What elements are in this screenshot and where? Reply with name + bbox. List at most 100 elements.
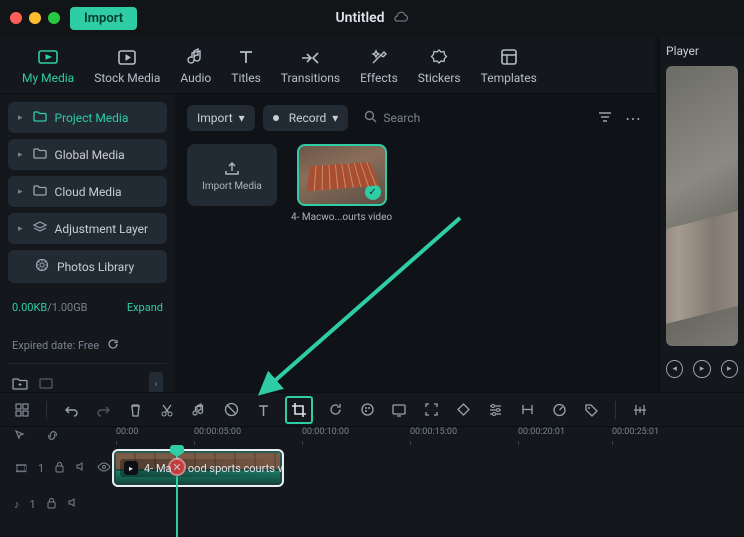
screen-icon[interactable] bbox=[389, 400, 409, 420]
record-dropdown[interactable]: Record▾ bbox=[263, 105, 349, 131]
tag-icon[interactable] bbox=[581, 400, 601, 420]
import-dropdown[interactable]: Import▾ bbox=[187, 105, 255, 131]
sidebar-item-cloud-media[interactable]: ▸ Cloud Media bbox=[8, 176, 167, 207]
import-button[interactable]: Import bbox=[70, 7, 137, 30]
layers-icon bbox=[33, 221, 47, 236]
focus-icon[interactable] bbox=[421, 400, 441, 420]
track-index: 1 bbox=[38, 462, 44, 475]
tab-stickers[interactable]: Stickers bbox=[408, 41, 471, 93]
folder-icon bbox=[33, 110, 47, 125]
timeline-pointer-icon[interactable] bbox=[14, 429, 26, 444]
sidebar-item-adjustment-layer[interactable]: ▸ Adjustment Layer bbox=[8, 213, 167, 244]
video-track-icon: 🎞 bbox=[14, 462, 28, 475]
link-icon[interactable] bbox=[46, 429, 59, 445]
match-cut-icon[interactable] bbox=[12, 400, 32, 420]
tab-label: My Media bbox=[22, 71, 74, 85]
timeline-ruler[interactable]: 00:00 00:00:05:00 00:00:10:00 00:00:15:0… bbox=[0, 427, 744, 447]
chevron-right-icon: ▸ bbox=[18, 187, 23, 197]
sidebar-item-label: Cloud Media bbox=[55, 185, 122, 199]
storage-used: 0.00KB bbox=[12, 301, 47, 314]
crop-icon[interactable] bbox=[285, 396, 313, 424]
redo-icon[interactable] bbox=[93, 400, 113, 420]
video-track-row: 🎞 1 ▸ 4- Ma ood sports courts vi bbox=[0, 447, 744, 489]
tab-titles[interactable]: Titles bbox=[221, 41, 270, 93]
sidebar-item-project-media[interactable]: ▸ Project Media bbox=[8, 102, 167, 133]
record-dot-icon bbox=[273, 115, 279, 121]
audio-track-body[interactable] bbox=[112, 489, 744, 519]
next-frame-icon[interactable]: ▸ bbox=[721, 360, 738, 378]
video-track-body[interactable]: ▸ 4- Ma ood sports courts vi bbox=[112, 447, 744, 489]
lock-icon[interactable] bbox=[46, 497, 57, 512]
search-input[interactable]: Search bbox=[356, 104, 587, 132]
prev-frame-icon[interactable]: ◂ bbox=[666, 360, 683, 378]
keyframe-icon[interactable] bbox=[453, 400, 473, 420]
music-icon[interactable] bbox=[189, 400, 209, 420]
timeline: 00:00 00:00:05:00 00:00:10:00 00:00:15:0… bbox=[0, 392, 744, 536]
adjust-icon[interactable] bbox=[485, 400, 505, 420]
refresh-icon[interactable] bbox=[107, 338, 119, 353]
video-track-header: 🎞 1 bbox=[0, 461, 112, 476]
check-icon: ✓ bbox=[365, 184, 381, 200]
color-icon[interactable] bbox=[357, 400, 377, 420]
player-preview[interactable] bbox=[666, 66, 738, 346]
tab-stock-media[interactable]: Stock Media bbox=[84, 43, 170, 93]
lock-icon[interactable] bbox=[54, 461, 65, 476]
undo-icon[interactable] bbox=[61, 400, 81, 420]
unlink-icon[interactable] bbox=[221, 400, 241, 420]
sidebar-item-label: Adjustment Layer bbox=[55, 222, 149, 236]
mute-icon[interactable] bbox=[67, 497, 79, 511]
cloud-sync-icon[interactable] bbox=[393, 9, 409, 27]
tab-my-media[interactable]: My Media bbox=[12, 43, 84, 93]
import-media-tile[interactable]: Import Media bbox=[187, 144, 277, 206]
new-bin-icon[interactable] bbox=[38, 375, 54, 394]
ruler-tick: 00:00:05:00 bbox=[194, 427, 241, 437]
tab-label: Effects bbox=[360, 71, 398, 85]
sidebar-item-global-media[interactable]: ▸ Global Media bbox=[8, 139, 167, 170]
delete-icon[interactable] bbox=[125, 400, 145, 420]
chevron-right-icon: ▸ bbox=[18, 150, 23, 160]
chevron-right-icon: ▸ bbox=[18, 113, 23, 123]
import-tile-label: Import Media bbox=[202, 181, 262, 192]
clip-name-label: 4- Macwo...ourts video bbox=[291, 212, 392, 223]
clip-play-icon: ▸ bbox=[124, 461, 138, 475]
bracket-icon[interactable] bbox=[517, 400, 537, 420]
document-title-text: Untitled bbox=[335, 10, 384, 26]
text-icon[interactable] bbox=[253, 400, 273, 420]
audio-track-row: ♪ 1 bbox=[0, 489, 744, 519]
tab-templates[interactable]: Templates bbox=[471, 41, 547, 93]
zoom-window-icon[interactable] bbox=[48, 12, 60, 24]
sidebar-item-label: Global Media bbox=[55, 148, 125, 162]
tab-transitions[interactable]: Transitions bbox=[271, 43, 350, 93]
timeline-clip[interactable]: ▸ 4- Ma ood sports courts vi bbox=[112, 449, 284, 487]
player-title: Player bbox=[666, 44, 738, 58]
close-window-icon[interactable] bbox=[10, 12, 22, 24]
play-icon[interactable]: ▸ bbox=[693, 360, 710, 378]
search-placeholder: Search bbox=[383, 111, 420, 125]
mute-icon[interactable] bbox=[75, 461, 87, 475]
tab-label: Stickers bbox=[418, 71, 461, 85]
rotate-icon[interactable] bbox=[325, 400, 345, 420]
storage-cap: /1.00GB bbox=[47, 301, 87, 314]
tab-label: Stock Media bbox=[94, 71, 160, 85]
split-icon[interactable] bbox=[157, 400, 177, 420]
window-controls bbox=[10, 12, 60, 24]
chevron-down-icon: ▾ bbox=[239, 111, 245, 125]
sidebar-item-photos-library[interactable]: Photos Library bbox=[8, 250, 167, 283]
minimize-window-icon[interactable] bbox=[29, 12, 41, 24]
expand-storage-link[interactable]: Expand bbox=[127, 301, 163, 314]
tab-label: Audio bbox=[180, 71, 211, 85]
more-menu-icon[interactable]: ⋯ bbox=[623, 109, 643, 128]
cloud-folder-icon bbox=[33, 184, 47, 199]
clip-thumbnail[interactable]: ✓ bbox=[297, 144, 387, 206]
visibility-icon[interactable] bbox=[97, 462, 111, 475]
storage-expiry: Expired date: Free bbox=[8, 334, 167, 357]
media-clip-tile[interactable]: ✓ 4- Macwo...ourts video bbox=[291, 144, 392, 223]
speed-icon[interactable] bbox=[549, 400, 569, 420]
render-icon[interactable] bbox=[630, 400, 650, 420]
titlebar: Import Untitled bbox=[0, 0, 744, 36]
filter-icon[interactable] bbox=[595, 109, 615, 128]
new-folder-icon[interactable] bbox=[12, 375, 28, 394]
chevron-right-icon: ▸ bbox=[18, 224, 23, 234]
tab-effects[interactable]: Effects bbox=[350, 41, 408, 93]
tab-audio[interactable]: Audio bbox=[170, 41, 221, 93]
